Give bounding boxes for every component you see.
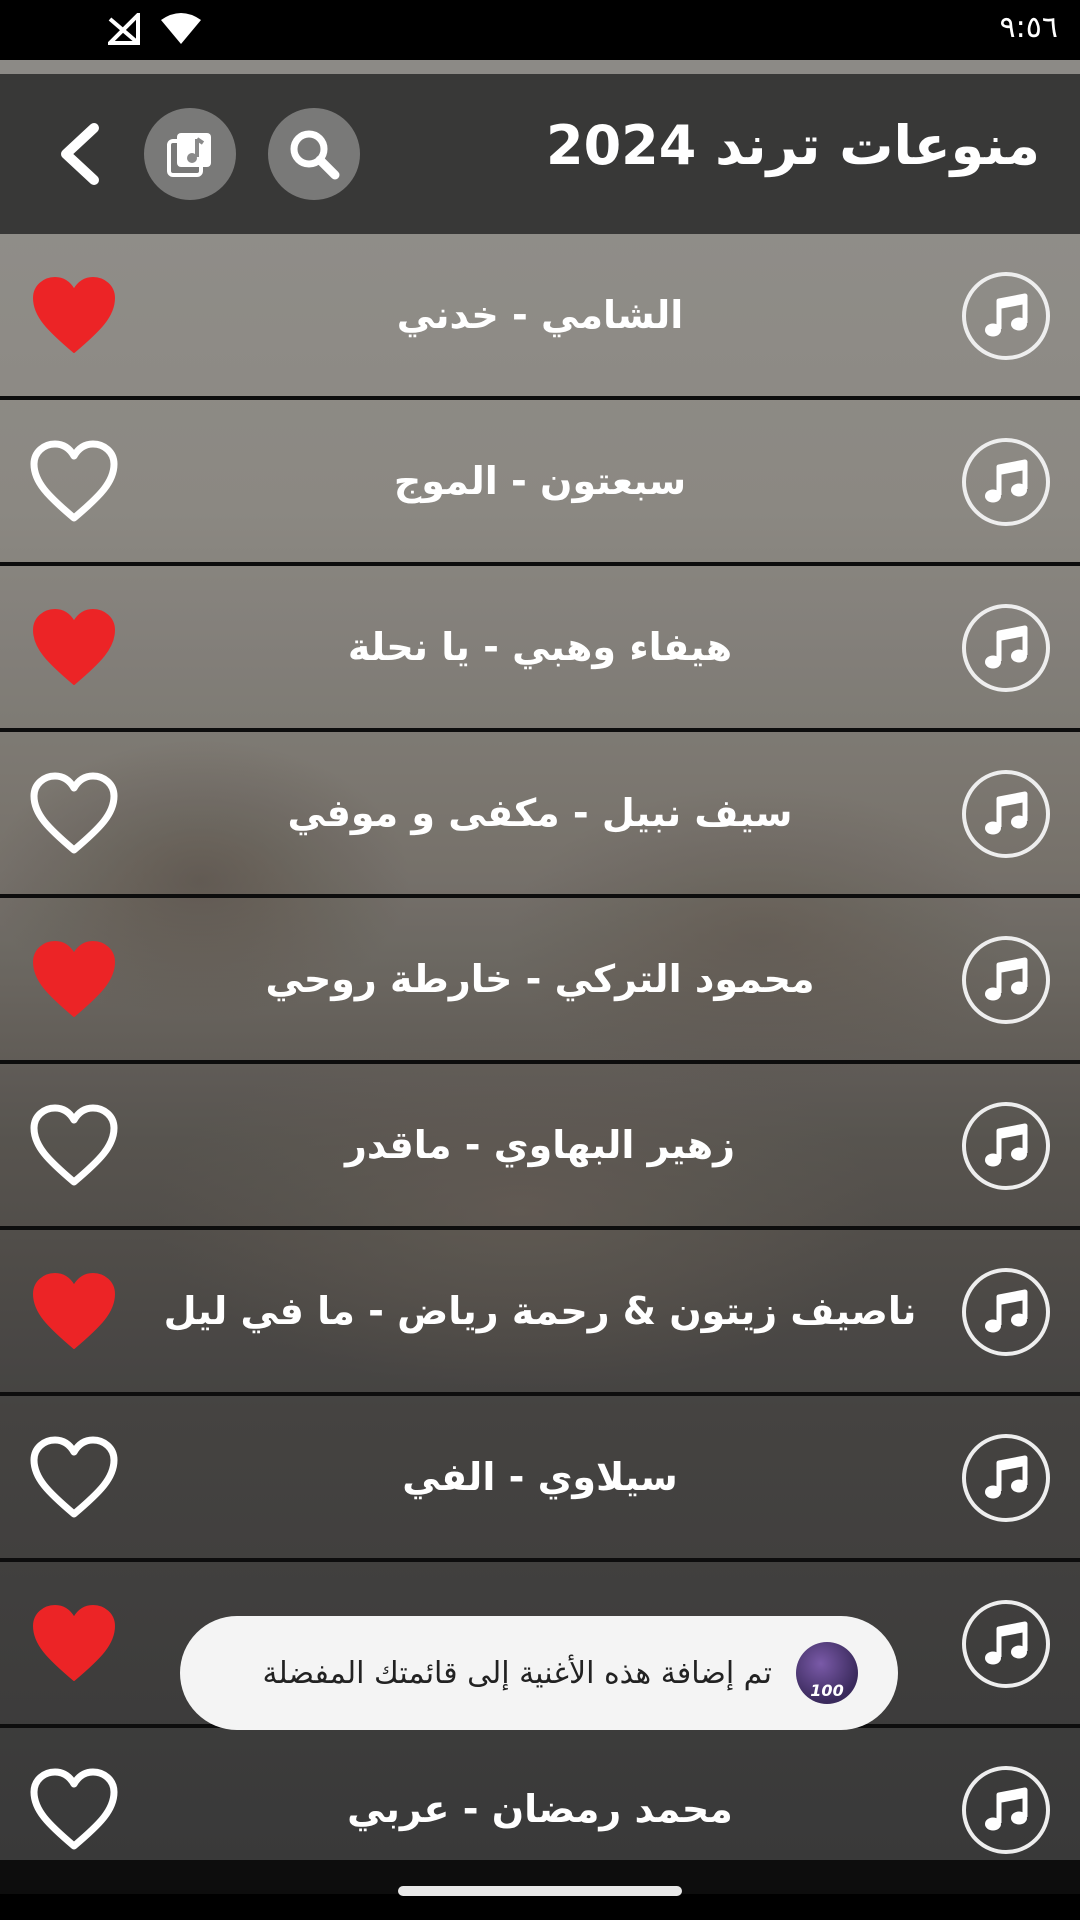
song-row[interactable]: محمد رمضان - عربي bbox=[0, 1728, 1080, 1894]
song-row[interactable]: محمود التركي - خارطة روحي bbox=[0, 898, 1080, 1064]
song-title: الشامي - خدني bbox=[396, 293, 684, 337]
music-note-icon bbox=[985, 625, 1028, 669]
song-title: محمود التركي - خارطة روحي bbox=[265, 957, 815, 1001]
music-note-button[interactable] bbox=[962, 770, 1050, 858]
app-icon-badge: 100 bbox=[810, 1681, 844, 1700]
gesture-nav-bar[interactable] bbox=[398, 1886, 682, 1896]
heart-filled-icon[interactable] bbox=[28, 936, 120, 1022]
song-row[interactable]: ناصيف زيتون & رحمة رياض - ما في ليل bbox=[0, 1230, 1080, 1396]
heart-outline-icon[interactable] bbox=[28, 770, 120, 856]
heart-filled-icon[interactable] bbox=[28, 272, 120, 358]
app-icon: 100 bbox=[796, 1642, 858, 1704]
song-title: هيفاء وهبي - يا نحلة bbox=[347, 625, 733, 669]
app-header: منوعات ترند 2024 bbox=[0, 74, 1080, 234]
music-note-button[interactable] bbox=[962, 1102, 1050, 1190]
song-title: سبعتون - الموج bbox=[393, 459, 687, 503]
music-note-button[interactable] bbox=[962, 1268, 1050, 1356]
heart-filled-icon[interactable] bbox=[28, 1268, 120, 1354]
song-row[interactable]: سيف نبيل - مكفى و موفي bbox=[0, 732, 1080, 898]
music-note-icon bbox=[985, 1289, 1028, 1333]
heart-outline-icon[interactable] bbox=[28, 438, 120, 524]
heart-filled-icon[interactable] bbox=[28, 1600, 120, 1686]
page-title: منوعات ترند 2024 bbox=[546, 114, 1040, 177]
music-note-icon bbox=[985, 1455, 1028, 1499]
playlist-button[interactable] bbox=[144, 108, 236, 200]
song-row[interactable]: زهير البهاوي - ماقدر bbox=[0, 1064, 1080, 1230]
music-note-icon bbox=[985, 1123, 1028, 1167]
song-row[interactable]: سيلاوي - الفي bbox=[0, 1396, 1080, 1562]
toast-notification: 100 تم إضافة هذه الأغنية إلى قائمتك المف… bbox=[180, 1616, 898, 1730]
signal-icon bbox=[108, 13, 140, 45]
music-note-button[interactable] bbox=[962, 1766, 1050, 1854]
music-note-icon bbox=[985, 1621, 1028, 1665]
heart-outline-icon[interactable] bbox=[28, 1766, 120, 1852]
song-row[interactable]: الشامي - خدني bbox=[0, 234, 1080, 400]
status-bar: ٩:٥٦ bbox=[0, 0, 1080, 60]
music-note-icon bbox=[985, 1787, 1028, 1831]
music-note-button[interactable] bbox=[962, 1600, 1050, 1688]
heart-filled-icon[interactable] bbox=[28, 604, 120, 690]
song-title: سيف نبيل - مكفى و موفي bbox=[287, 791, 793, 835]
song-title: محمد رمضان - عربي bbox=[347, 1787, 733, 1831]
music-note-button[interactable] bbox=[962, 438, 1050, 526]
back-button[interactable] bbox=[44, 116, 114, 192]
heart-outline-icon[interactable] bbox=[28, 1434, 120, 1520]
music-note-icon bbox=[985, 459, 1028, 503]
playlist-music-icon bbox=[167, 133, 211, 177]
chevron-left-icon bbox=[61, 123, 99, 185]
song-title: ناصيف زيتون & رحمة رياض - ما في ليل bbox=[163, 1289, 917, 1333]
song-row[interactable]: هيفاء وهبي - يا نحلة bbox=[0, 566, 1080, 732]
music-note-button[interactable] bbox=[962, 936, 1050, 1024]
wifi-icon bbox=[161, 13, 201, 44]
music-note-icon bbox=[985, 957, 1028, 1001]
music-note-button[interactable] bbox=[962, 272, 1050, 360]
song-title: سيلاوي - الفي bbox=[402, 1455, 678, 1499]
search-button[interactable] bbox=[268, 108, 360, 200]
status-time: ٩:٥٦ bbox=[999, 10, 1058, 45]
music-note-button[interactable] bbox=[962, 1434, 1050, 1522]
heart-outline-icon[interactable] bbox=[28, 1102, 120, 1188]
song-title: زهير البهاوي - ماقدر bbox=[345, 1123, 735, 1167]
toast-message: تم إضافة هذه الأغنية إلى قائمتك المفضلة bbox=[262, 1655, 772, 1691]
music-note-icon bbox=[985, 293, 1028, 337]
music-note-button[interactable] bbox=[962, 604, 1050, 692]
music-note-icon bbox=[985, 791, 1028, 835]
status-icons bbox=[108, 12, 202, 46]
search-icon bbox=[290, 130, 340, 180]
song-row[interactable]: سبعتون - الموج bbox=[0, 400, 1080, 566]
